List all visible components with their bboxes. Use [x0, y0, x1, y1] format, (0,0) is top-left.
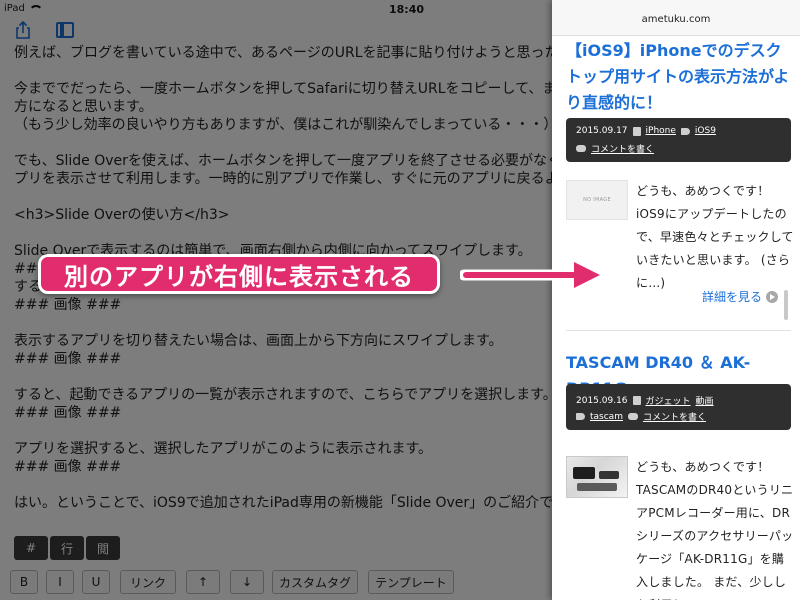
folder-icon — [632, 126, 641, 136]
post-date: 2015.09.16 — [576, 395, 628, 406]
read-more-link[interactable]: 詳細を見る — [702, 288, 779, 305]
tag-icon — [680, 127, 690, 135]
annotation-callout: 別のアプリが右側に表示される — [38, 254, 440, 294]
dim-overlay[interactable] — [0, 0, 552, 600]
comment-icon — [627, 413, 638, 420]
category-link[interactable]: 動画 — [696, 394, 714, 407]
arrow-right-circle-icon — [766, 290, 779, 303]
arrow-right-icon — [460, 258, 606, 292]
comment-link[interactable]: コメントを書く — [643, 410, 706, 423]
post-title[interactable]: 【iOS9】iPhoneでのデスクトップ用サイトの表示方法がより直感的に！ — [566, 38, 791, 116]
slide-over-handle[interactable] — [784, 290, 788, 320]
no-image-label: NO IMAGE — [583, 197, 611, 203]
recorder-image — [573, 467, 595, 479]
comment-icon — [576, 145, 586, 152]
slide-over-panel: ametuku.com 【iOS9】iPhoneでのデスクトップ用サイトの表示方… — [552, 0, 800, 600]
browser-address-bar[interactable]: ametuku.com — [552, 0, 800, 36]
category-link[interactable]: iPhone — [646, 126, 676, 136]
post-thumbnail[interactable] — [566, 456, 628, 498]
post-divider — [566, 330, 791, 331]
read-more-label: 詳細を見る — [702, 290, 763, 304]
domain-label: ametuku.com — [641, 14, 711, 25]
tag-link[interactable]: iOS9 — [695, 126, 716, 136]
category-link[interactable]: ガジェット — [646, 394, 691, 407]
accessory-image — [599, 471, 619, 479]
post-excerpt: どうも、あめつくです！ iOS9にアップデートしたので、早速色々とチェックしてい… — [636, 184, 794, 290]
post-excerpt: どうも、あめつくです！ TASCAMのDR40というリニアPCMレコーダー用に、… — [636, 460, 794, 600]
tag-icon — [576, 413, 585, 420]
tag-link[interactable]: tascam — [590, 412, 623, 422]
folder-icon — [632, 396, 641, 405]
post-meta: 2015.09.16 ガジェット 動画 tascam コメントを書く — [566, 384, 791, 430]
post-date: 2015.09.17 — [576, 126, 628, 136]
post-meta: 2015.09.17 iPhone iOS9 コメントを書く — [566, 118, 791, 162]
comment-link[interactable]: コメントを書く — [591, 142, 654, 155]
post-thumbnail[interactable]: NO IMAGE — [566, 180, 628, 220]
editor-app: iPad 18:40 例えば、ブログを書いている途中で、あるページのURLを記事… — [0, 0, 552, 600]
cable-image — [577, 483, 617, 491]
